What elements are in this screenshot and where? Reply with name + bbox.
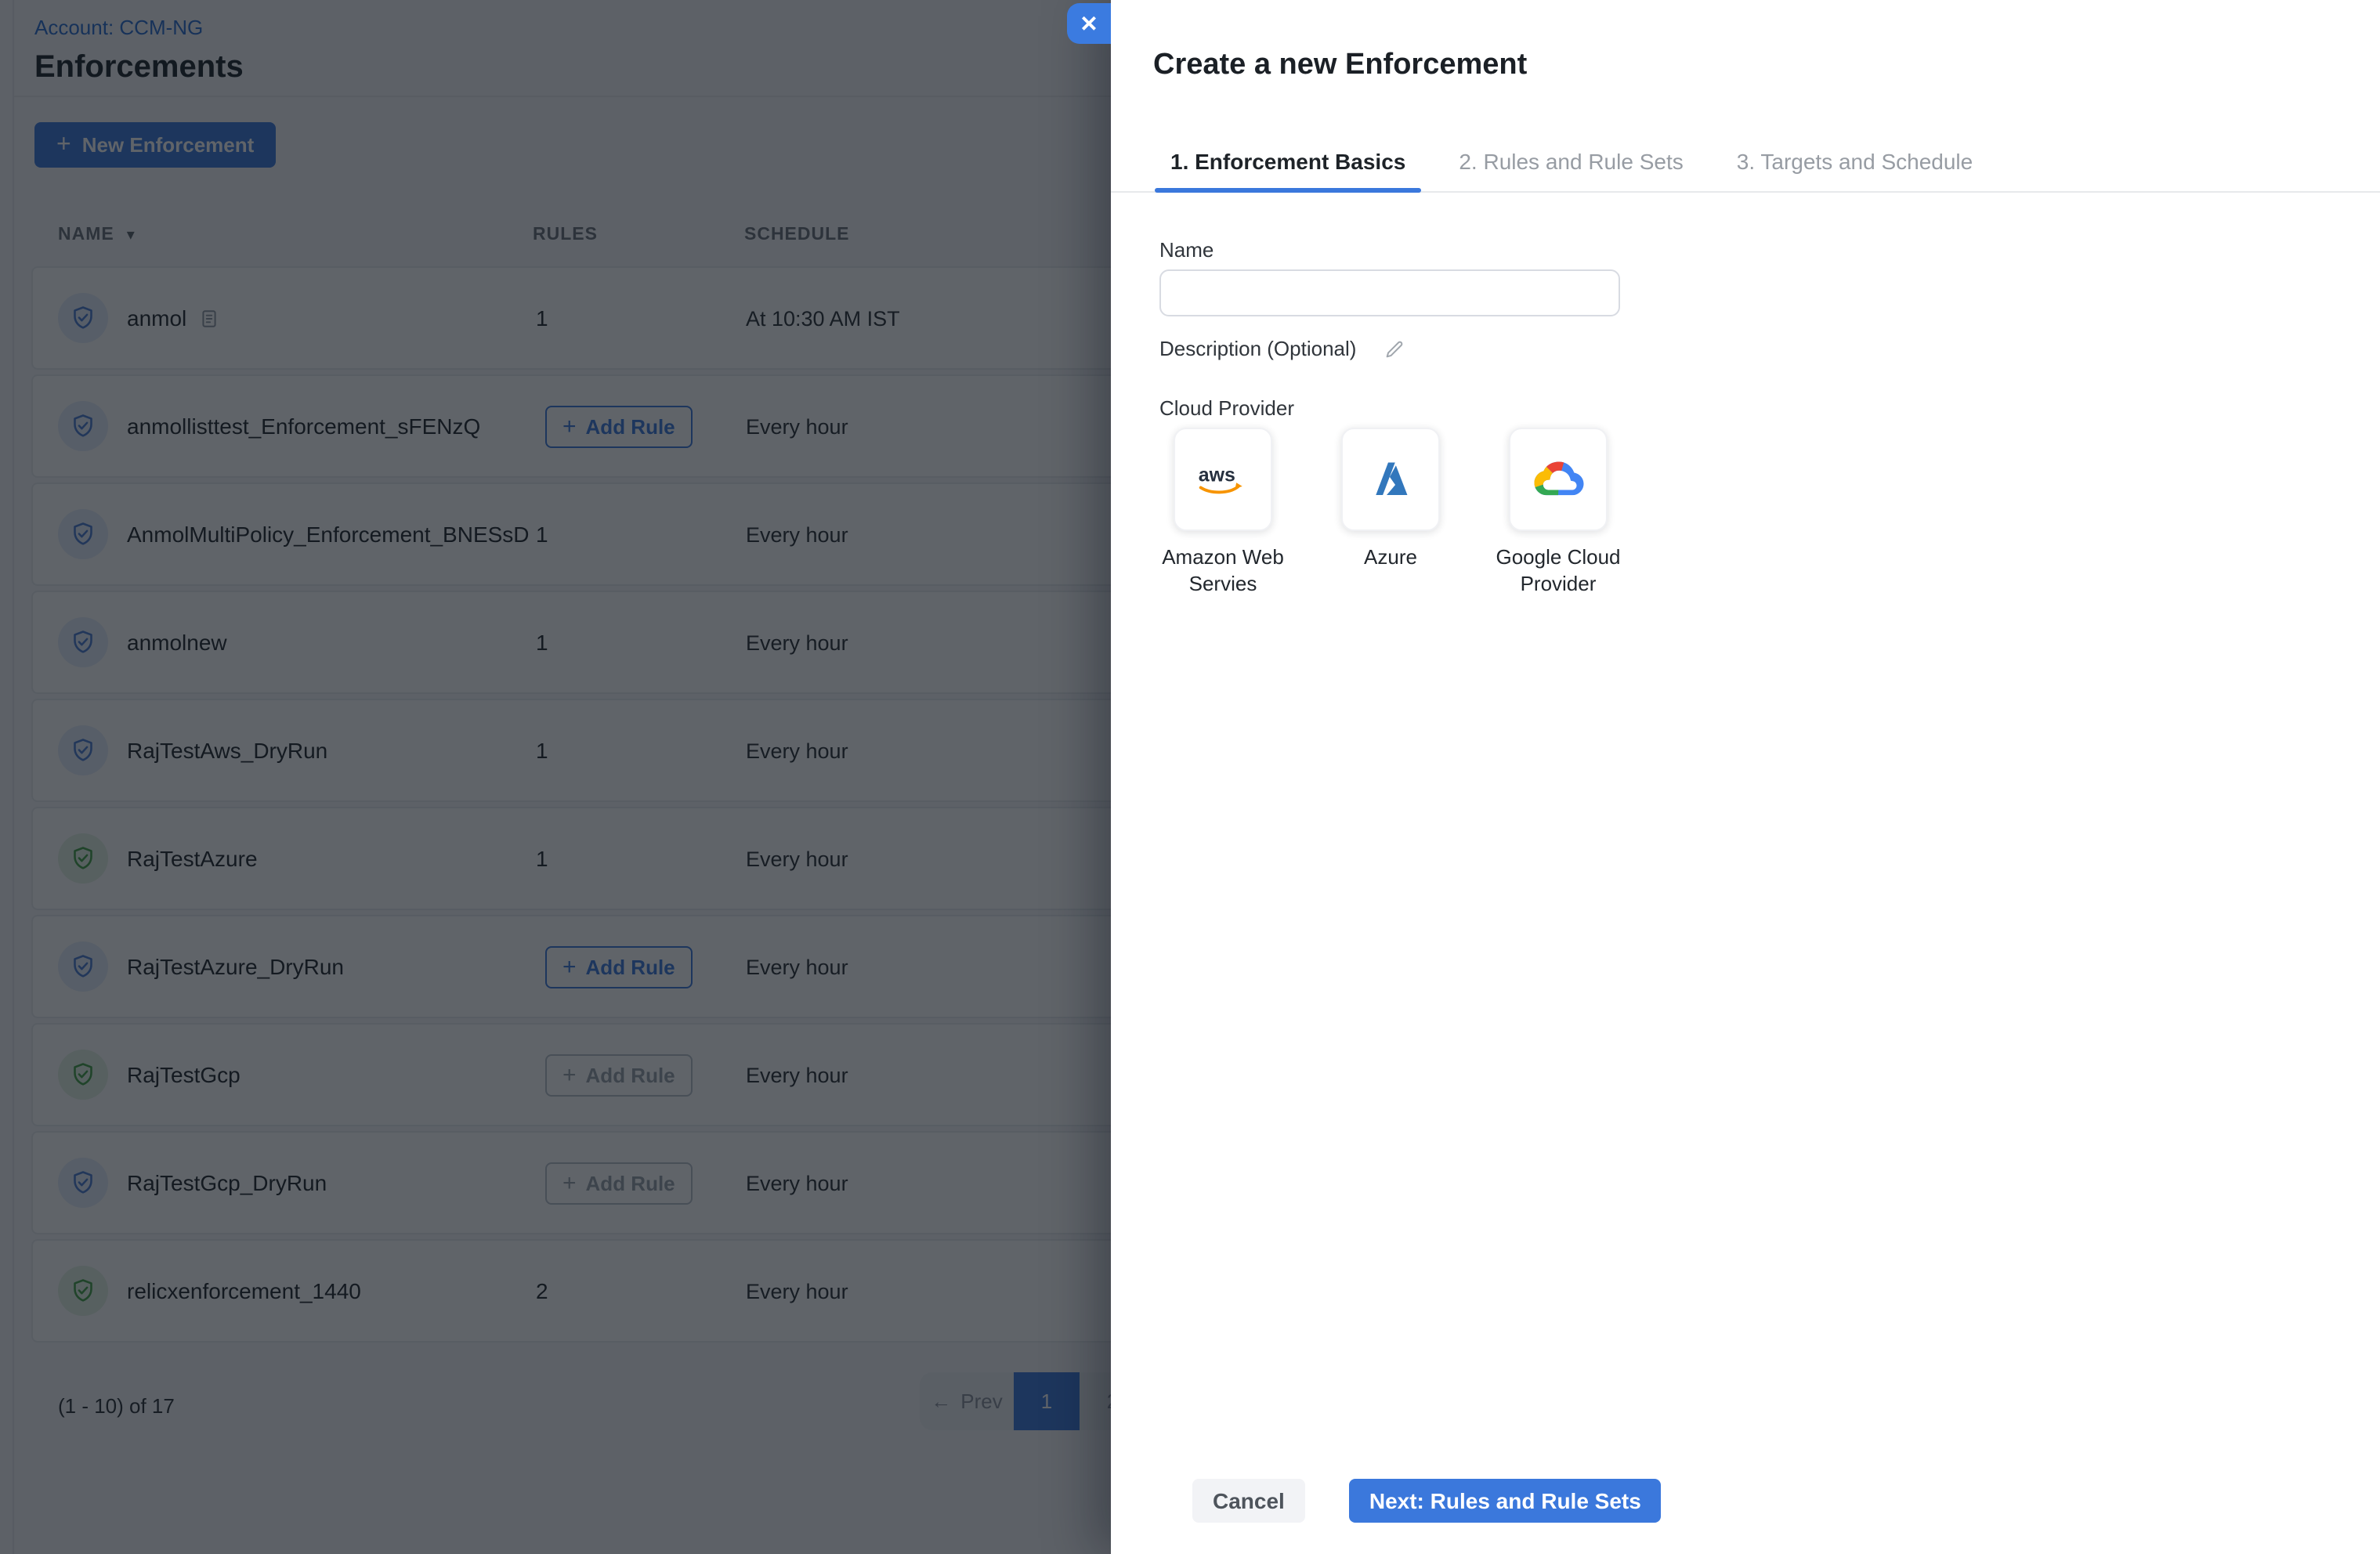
drawer-title: Create a new Enforcement <box>1153 49 1528 81</box>
tab-1[interactable]: 1. Enforcement Basics <box>1155 135 1422 193</box>
provider-label: Amazon Web Servies <box>1162 545 1284 595</box>
tab-2[interactable]: 2. Rules and Rule Sets <box>1443 135 1698 191</box>
drawer-close-button[interactable]: ✕ <box>1067 3 1111 44</box>
cancel-button[interactable]: Cancel <box>1192 1479 1305 1523</box>
provider-label: Azure <box>1364 545 1417 569</box>
next-rules-button[interactable]: Next: Rules and Rule Sets <box>1348 1479 1662 1523</box>
svg-text:aws: aws <box>1198 463 1235 485</box>
drawer-tabs: 1. Enforcement Basics 2. Rules and Rule S… <box>1111 135 2380 193</box>
create-enforcement-drawer: Create a new Enforcement 1. Enforcement … <box>1111 0 2380 1554</box>
azure-logo-icon[interactable] <box>1341 428 1440 531</box>
drawer-footer: Cancel Next: Rules and Rule Sets <box>1192 1479 1662 1523</box>
edit-pencil-icon[interactable] <box>1383 338 1405 360</box>
close-icon: ✕ <box>1080 10 1098 35</box>
gcp-logo-icon[interactable] <box>1509 428 1608 531</box>
description-label: Description (Optional) <box>1159 337 1357 360</box>
cloud-provider-options: aws Amazon Web Servies Azure Google Cloud P… <box>1162 428 1621 595</box>
provider-option-aws[interactable]: aws Amazon Web Servies <box>1162 428 1284 595</box>
name-label: Name <box>1159 238 1214 262</box>
name-input[interactable] <box>1159 269 1620 316</box>
aws-logo-icon[interactable]: aws <box>1174 428 1272 531</box>
tab-3[interactable]: 3. Targets and Schedule <box>1721 135 1989 191</box>
cloud-provider-label: Cloud Provider <box>1159 396 1294 420</box>
provider-option-azure[interactable]: Azure <box>1341 428 1440 569</box>
provider-option-gcp[interactable]: Google Cloud Provider <box>1496 428 1621 595</box>
provider-label: Google Cloud Provider <box>1496 545 1621 595</box>
